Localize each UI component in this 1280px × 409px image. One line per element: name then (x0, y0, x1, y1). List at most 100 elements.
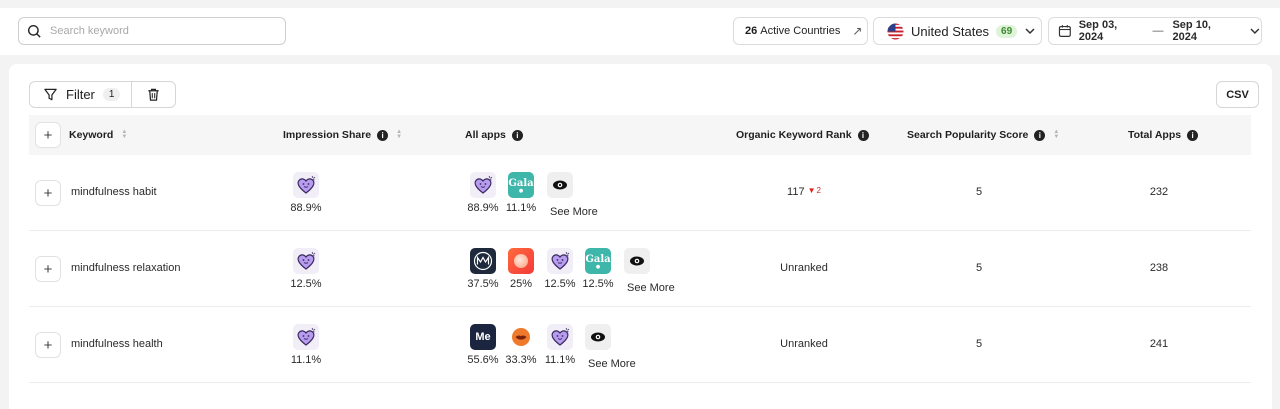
column-all-apps: All apps i (465, 115, 523, 155)
filter-icon (44, 88, 57, 101)
total-apps-value: 238 (1149, 262, 1169, 274)
plus-icon: + (43, 336, 53, 354)
eye-icon[interactable] (547, 172, 573, 198)
total-apps-value: 241 (1149, 338, 1169, 350)
app-cell: 12.5% (542, 248, 578, 290)
sort-icon: ▲ ▼ (121, 129, 128, 140)
app-share-value: 55.6% (467, 354, 499, 366)
eye-icon[interactable] (585, 324, 611, 350)
eye-icon[interactable] (624, 248, 650, 274)
app-share-value: 25% (509, 278, 533, 290)
app-cell: Gala ● 12.5% (580, 248, 616, 290)
see-more-link[interactable]: See More (588, 358, 636, 370)
app-share-value: 37.5% (467, 278, 499, 290)
active-countries-count: 26 (745, 25, 758, 37)
gala-app-icon[interactable]: Gala ● (585, 248, 611, 274)
info-icon[interactable]: i (1187, 129, 1199, 141)
app-cell: Gala ● 11.1% (503, 172, 539, 214)
filter-count-badge: 1 (102, 88, 121, 101)
popularity-value: 5 (975, 262, 983, 274)
heart-app-icon[interactable] (293, 172, 319, 198)
external-arrow-icon: ↗ (852, 24, 863, 38)
plus-icon: + (43, 260, 53, 278)
column-impression-share[interactable]: Impression Share i ▲ ▼ (283, 115, 402, 155)
search-box[interactable] (18, 17, 286, 45)
sort-icon: ▲ ▼ (396, 129, 403, 140)
app-share-value: 12.5% (582, 278, 614, 290)
app-cell: 88.9% (465, 172, 501, 214)
expand-row-button[interactable]: + (35, 256, 61, 282)
lips-app-icon[interactable] (508, 324, 534, 350)
active-countries-button[interactable]: 26 Active Countries ↗ (733, 17, 868, 45)
clear-filters-button[interactable] (132, 82, 175, 107)
plus-icon: + (43, 126, 53, 144)
app-share-value: 12.5% (544, 278, 576, 290)
column-organic-rank: Organic Keyword Rank i (736, 115, 869, 155)
mm-app-icon[interactable] (470, 248, 496, 274)
search-icon (27, 24, 41, 38)
expand-all-button[interactable]: + (35, 122, 61, 148)
keywords-panel: Filter 1 CSV + Keyword ▲ ▼ Impression Sha… (9, 64, 1272, 409)
plus-icon: + (43, 184, 53, 202)
keyword-text: mindfulness health (71, 338, 163, 350)
info-icon[interactable]: i (377, 129, 389, 141)
organic-rank-value: Unranked (780, 338, 828, 350)
column-total-apps: Total Apps i (1128, 115, 1199, 155)
sort-icon: ▲ ▼ (1053, 129, 1060, 140)
heart-app-icon[interactable] (293, 248, 319, 274)
app-cell: 25% (503, 248, 539, 290)
app-share-value: 11.1% (505, 202, 537, 214)
top-bar: 26 Active Countries ↗ United States 69 S… (0, 8, 1280, 55)
impression-share-cell: 11.1% (285, 324, 327, 366)
filter-label: Filter (66, 87, 95, 102)
info-icon[interactable]: i (1034, 129, 1046, 141)
csv-export-button[interactable]: CSV (1216, 81, 1259, 108)
app-cell: 37.5% (465, 248, 501, 290)
see-more-cell (542, 172, 578, 198)
app-share-value: 88.9% (467, 202, 499, 214)
table-header: + Keyword ▲ ▼ Impression Share i ▲ ▼ All a… (29, 115, 1251, 155)
search-input[interactable] (50, 25, 270, 37)
total-apps-value: 232 (1149, 186, 1169, 198)
keyword-text: mindfulness habit (71, 186, 157, 198)
gala-app-icon[interactable]: Gala ● (508, 172, 534, 198)
trash-icon (148, 88, 159, 101)
see-more-link[interactable]: See More (550, 206, 598, 218)
active-countries-label: Active Countries (760, 25, 841, 37)
me-app-icon[interactable]: Me (470, 324, 496, 350)
country-selector[interactable]: United States 69 (873, 17, 1042, 45)
date-start: Sep 03, 2024 (1078, 19, 1118, 43)
info-icon[interactable]: i (857, 129, 869, 141)
rank-change-value: 2 (816, 186, 821, 195)
impression-share-cell: 12.5% (285, 248, 327, 290)
heart-app-icon[interactable] (293, 324, 319, 350)
heart-app-icon[interactable] (547, 248, 573, 274)
expand-row-button[interactable]: + (35, 180, 61, 206)
column-keyword[interactable]: Keyword ▲ ▼ (69, 115, 127, 155)
date-separator: — (1152, 25, 1164, 37)
column-organic-rank-label: Organic Keyword Rank (736, 129, 852, 141)
column-popularity-label: Search Popularity Score (907, 129, 1029, 141)
app-cell: Me 55.6% (465, 324, 501, 366)
filter-button[interactable]: Filter 1 (30, 82, 132, 107)
country-count-badge: 69 (996, 24, 1018, 38)
column-keyword-label: Keyword (69, 129, 114, 141)
impression-share-cell: 88.9% (285, 172, 327, 214)
column-popularity[interactable]: Search Popularity Score i ▲ ▼ (907, 115, 1059, 155)
country-name: United States (911, 23, 990, 39)
info-icon[interactable]: i (511, 129, 523, 141)
app-share-value: 33.3% (505, 354, 537, 366)
date-end: Sep 10, 2024 (1172, 19, 1211, 43)
table-row: + mindfulness health 11.1% Me 55.6% 33.3… (29, 307, 1251, 383)
see-more-link[interactable]: See More (627, 282, 675, 294)
see-more-cell (619, 248, 655, 274)
see-more-cell (580, 324, 616, 350)
expand-row-button[interactable]: + (35, 332, 61, 358)
heart-app-icon[interactable] (470, 172, 496, 198)
app-cell: 11.1% (542, 324, 578, 366)
date-range-picker[interactable]: Sep 03, 2024 — Sep 10, 2024 (1048, 17, 1262, 45)
popularity-value: 5 (975, 338, 983, 350)
popularity-value: 5 (975, 186, 983, 198)
heart-app-icon[interactable] (547, 324, 573, 350)
orange-app-icon[interactable] (508, 248, 534, 274)
